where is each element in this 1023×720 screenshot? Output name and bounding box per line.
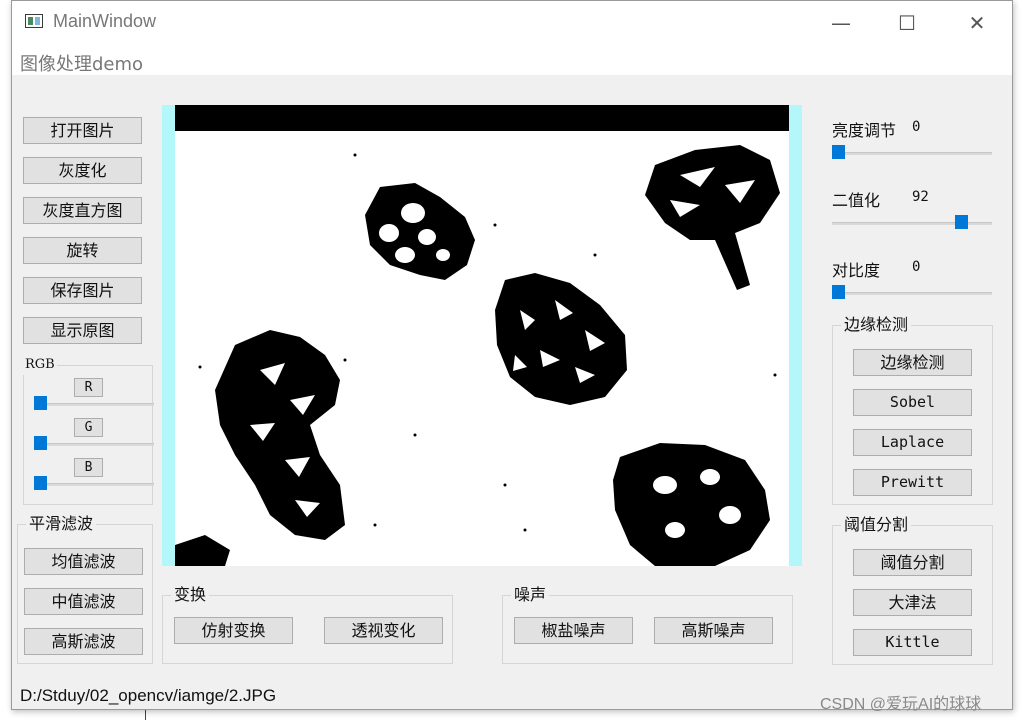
- image-noise-dot: [413, 433, 417, 437]
- slider-handle[interactable]: [832, 285, 845, 299]
- slider-handle[interactable]: [955, 215, 968, 229]
- rgb-group-title: RGB: [23, 355, 57, 375]
- rotate-button[interactable]: 旋转: [23, 237, 142, 264]
- binarized-pinecones-image: [175, 145, 780, 566]
- image-highlight: [401, 203, 425, 223]
- r-channel-button[interactable]: R: [74, 378, 103, 397]
- minimize-button[interactable]: —: [818, 1, 864, 45]
- affine-transform-button[interactable]: 仿射变换: [174, 617, 293, 644]
- g-channel-slider[interactable]: [34, 436, 154, 452]
- image-highlight: [436, 249, 450, 261]
- laplace-button[interactable]: Laplace: [853, 429, 972, 456]
- g-channel-button[interactable]: G: [74, 418, 103, 437]
- image-highlight: [395, 247, 415, 263]
- noise-group: 噪声 椒盐噪声 高斯噪声: [502, 585, 793, 664]
- salt-pepper-noise-button[interactable]: 椒盐噪声: [514, 617, 633, 644]
- image-noise-dot: [353, 153, 357, 157]
- grayscale-button[interactable]: 灰度化: [23, 157, 142, 184]
- r-channel-slider[interactable]: [34, 396, 154, 412]
- prewitt-button[interactable]: Prewitt: [853, 469, 972, 496]
- median-filter-button[interactable]: 中值滤波: [24, 588, 143, 615]
- slider-groove: [34, 443, 154, 446]
- save-image-button[interactable]: 保存图片: [23, 277, 142, 304]
- rgb-group: RGB R G B: [23, 355, 154, 505]
- contrast-label: 对比度: [832, 261, 881, 280]
- image-noise-dot: [373, 523, 377, 527]
- image-highlight: [665, 522, 685, 538]
- gray-histogram-button[interactable]: 灰度直方图: [23, 197, 142, 224]
- transform-group-title: 变换: [171, 585, 210, 605]
- image-noise-dot: [503, 483, 507, 487]
- binarize-slider[interactable]: [832, 215, 992, 231]
- sobel-button[interactable]: Sobel: [853, 389, 972, 416]
- show-original-button[interactable]: 显示原图: [23, 317, 142, 344]
- image-display: [162, 105, 802, 566]
- threshold-group: 阈值分割 阈值分割 大津法 Kittle: [832, 515, 993, 665]
- image-highlight: [418, 229, 436, 245]
- slider-groove: [34, 403, 154, 406]
- image-noise-dot: [773, 373, 777, 377]
- image-highlight: [719, 506, 741, 524]
- gaussian-filter-button[interactable]: 高斯滤波: [24, 628, 143, 655]
- slider-groove: [832, 222, 992, 225]
- image-blob: [175, 535, 230, 566]
- smoothing-group: 平滑滤波 均值滤波 中值滤波 高斯滤波: [17, 514, 153, 664]
- binary-image: [175, 105, 789, 566]
- image-noise-dot: [593, 253, 597, 257]
- slider-handle[interactable]: [832, 145, 845, 159]
- b-channel-slider[interactable]: [34, 476, 154, 492]
- menu-item-image-demo[interactable]: 图像处理demo: [20, 50, 143, 76]
- smoothing-group-title: 平滑滤波: [26, 514, 97, 534]
- slider-handle[interactable]: [34, 436, 47, 450]
- main-window: MainWindow — ☐ ✕ 图像处理demo 打开图片 灰度化 灰度直方图…: [11, 0, 1013, 710]
- b-channel-button[interactable]: B: [74, 458, 103, 477]
- edge-detect-button[interactable]: 边缘检测: [853, 349, 972, 376]
- image-highlight: [700, 469, 720, 485]
- slider-groove: [832, 292, 992, 295]
- contrast-slider[interactable]: [832, 285, 992, 301]
- brightness-slider[interactable]: [832, 145, 992, 161]
- contrast-value: 0: [912, 259, 921, 275]
- maximize-button[interactable]: ☐: [884, 1, 930, 45]
- noise-group-title: 噪声: [511, 585, 550, 605]
- image-blob: [215, 330, 345, 540]
- mean-filter-button[interactable]: 均值滤波: [24, 548, 143, 575]
- threshold-segment-button[interactable]: 阈值分割: [853, 549, 972, 576]
- menu-bar: 图像处理demo: [12, 45, 1012, 75]
- binarize-value: 92: [912, 189, 929, 205]
- slider-handle[interactable]: [34, 476, 47, 490]
- threshold-group-title: 阈值分割: [841, 515, 912, 535]
- open-image-button[interactable]: 打开图片: [23, 117, 142, 144]
- image-noise-dot: [343, 358, 347, 362]
- app-window-icon: [25, 14, 43, 28]
- binarize-label: 二值化: [832, 191, 881, 210]
- perspective-transform-button[interactable]: 透视变化: [324, 617, 443, 644]
- gaussian-noise-button[interactable]: 高斯噪声: [654, 617, 773, 644]
- brightness-label: 亮度调节: [832, 121, 897, 140]
- slider-groove: [832, 152, 992, 155]
- image-highlight: [653, 476, 677, 494]
- image-blob: [495, 273, 627, 405]
- brightness-value: 0: [912, 119, 921, 135]
- edge-detection-group: 边缘检测 边缘检测 Sobel Laplace Prewitt: [832, 315, 993, 505]
- window-title: MainWindow: [53, 11, 157, 31]
- image-blob: [613, 443, 770, 566]
- kittle-button[interactable]: Kittle: [853, 629, 972, 656]
- status-file-path: D:/Stduy/02_opencv/iamge/2.JPG: [20, 686, 277, 705]
- image-highlight: [379, 224, 399, 242]
- image-noise-dot: [198, 365, 202, 369]
- image-noise-dot: [523, 528, 527, 532]
- otsu-button[interactable]: 大津法: [853, 589, 972, 616]
- image-blob: [645, 145, 780, 290]
- image-noise-dot: [493, 223, 497, 227]
- slider-handle[interactable]: [34, 396, 47, 410]
- title-bar[interactable]: MainWindow — ☐ ✕: [12, 1, 1012, 45]
- edge-detection-group-title: 边缘检测: [841, 315, 912, 335]
- transform-group: 变换 仿射变换 透视变化: [162, 585, 453, 664]
- close-button[interactable]: ✕: [954, 1, 1000, 45]
- watermark: CSDN @爱玩AI的球球: [820, 696, 982, 713]
- slider-groove: [34, 483, 154, 486]
